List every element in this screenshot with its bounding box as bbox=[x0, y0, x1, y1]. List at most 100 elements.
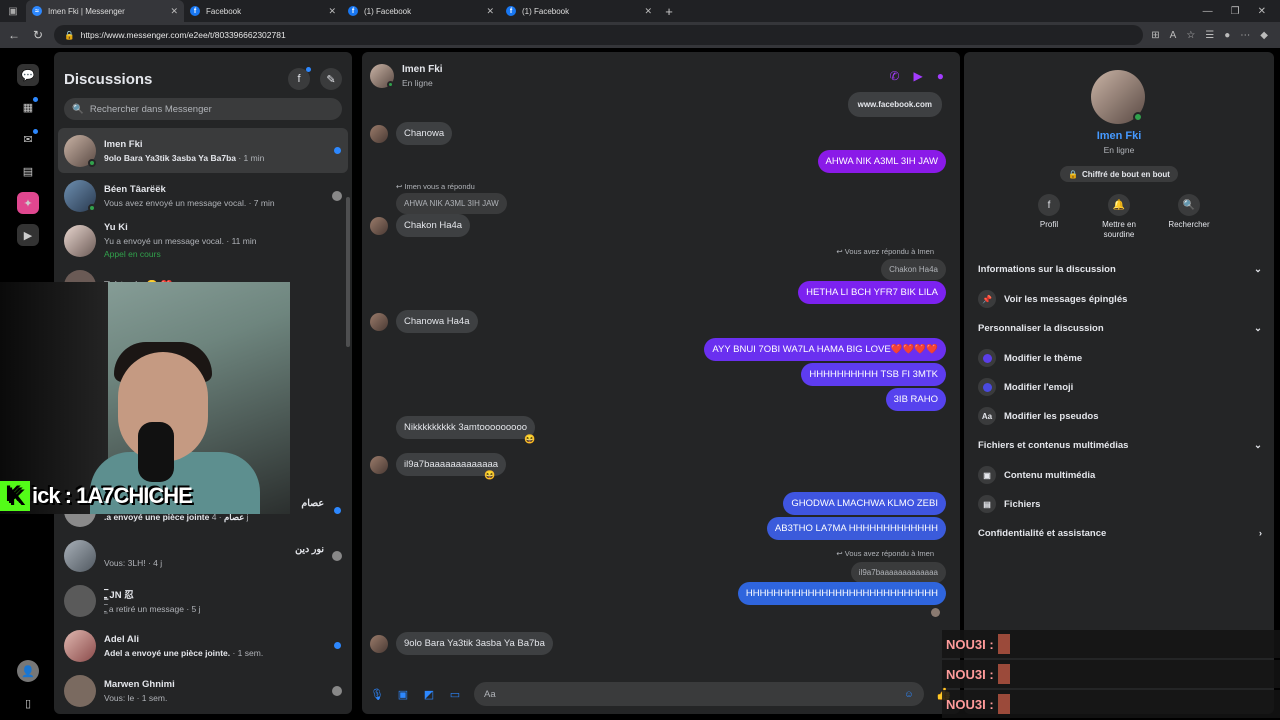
list-item[interactable]: نور دين Vous: 3LH! · 4 j bbox=[58, 533, 348, 578]
chevron-down-icon: ⌄ bbox=[1254, 264, 1262, 275]
avatar bbox=[64, 629, 96, 662]
message-bubble[interactable]: AYY BNUI 7OBI WA7LA HAMA BIG LOVE❤️❤️❤️❤… bbox=[704, 338, 946, 361]
theme-item[interactable]: Modifier le thème bbox=[978, 349, 1082, 367]
archive-icon[interactable]: ▤ bbox=[17, 160, 39, 182]
message-bubble[interactable]: 3IB RAHO bbox=[885, 388, 946, 411]
profile-icon[interactable]: ● bbox=[1224, 30, 1230, 41]
avatar[interactable] bbox=[370, 64, 394, 88]
message-bubble[interactable]: AHWA NIK A3ML 3IH JAW bbox=[817, 150, 946, 173]
read-aloud-icon[interactable]: A bbox=[1170, 30, 1177, 41]
list-item[interactable]: Adel Ali Adel a envoyé une pièce jointe.… bbox=[58, 623, 348, 668]
encryption-badge[interactable]: 🔒 Chiffré de bout en bout bbox=[1060, 166, 1178, 182]
sidebar-toggle-icon[interactable]: ▯ bbox=[17, 692, 39, 714]
message-bubble[interactable]: 9olo Bara Ya3tik 3asba Ya Ba7ba bbox=[396, 632, 553, 655]
reload-icon[interactable]: ↻ bbox=[30, 28, 46, 42]
favorite-star-icon[interactable]: ☆ bbox=[1186, 30, 1195, 41]
profile-avatar-icon[interactable]: 👤 bbox=[17, 660, 39, 682]
section-label: Confidentialité et assistance bbox=[978, 528, 1107, 539]
list-item[interactable]: Marwen Ghnimi Vous: le · 1 sem. bbox=[58, 668, 348, 713]
mute-button[interactable]: 🔔 Mettre en sourdine bbox=[1097, 194, 1141, 240]
message-input[interactable]: Aa ☺ bbox=[474, 682, 924, 706]
new-tab-button[interactable]: + bbox=[658, 4, 680, 19]
microphone-icon[interactable]: 🎙 bbox=[370, 688, 384, 701]
profile-button[interactable]: f Profil bbox=[1027, 194, 1071, 240]
contact-name[interactable]: Imen Fki bbox=[402, 64, 443, 75]
url-field[interactable]: 🔒 https://www.messenger.com/e2ee/t/80339… bbox=[54, 25, 1144, 45]
message-bubble[interactable]: Chakon Ha4a bbox=[396, 214, 471, 237]
tab-facebook-2[interactable]: f (1) Facebook ✕ bbox=[342, 0, 500, 22]
message-bubble[interactable]: Chanowa bbox=[396, 122, 453, 145]
address-bar-row: ← ↻ 🔒 https://www.messenger.com/e2ee/t/8… bbox=[0, 22, 1280, 48]
minimize-icon[interactable]: — bbox=[1203, 6, 1213, 17]
item-label: Voir les messages épinglés bbox=[1004, 293, 1128, 305]
search-icon: 🔍 bbox=[72, 103, 84, 115]
close-icon[interactable]: ✕ bbox=[328, 6, 336, 17]
tab-facebook-3[interactable]: f (1) Facebook ✕ bbox=[500, 0, 658, 22]
browser-tab-bar: ▣ ≈ Imen Fki | Messenger ✕ f Facebook ✕ … bbox=[0, 0, 1280, 22]
gif-icon[interactable]: ▭ bbox=[448, 688, 462, 701]
files-item[interactable]: ▤ Fichiers bbox=[978, 495, 1040, 513]
quoted-message[interactable]: il9a7baaaaaaaaaaaaa bbox=[850, 562, 946, 583]
chat-preview: Vous avez envoyé un message vocal. bbox=[104, 197, 247, 208]
list-item[interactable]: Yu Ki Yu a envoyé un message vocal. · 11… bbox=[58, 218, 348, 263]
section-privacy[interactable]: Confidentialité et assistance › bbox=[978, 528, 1262, 539]
compose-icon: ✎ bbox=[326, 73, 336, 86]
section-customize[interactable]: Personnaliser la discussion ⌄ bbox=[978, 323, 1262, 334]
section-about[interactable]: Informations sur la discussion ⌄ bbox=[978, 264, 1262, 275]
message-bubble[interactable]: AB3THO LA7MA HHHHHHHHHHHHH bbox=[766, 517, 946, 540]
profile-avatar[interactable] bbox=[1091, 70, 1145, 124]
new-message-button[interactable]: ✎ bbox=[320, 68, 342, 90]
close-window-icon[interactable]: ✕ bbox=[1258, 6, 1266, 17]
close-icon[interactable]: ✕ bbox=[170, 6, 178, 17]
message-bubble[interactable]: HETHA LI BCH YFR7 BIK LILA bbox=[798, 281, 946, 304]
facebook-button[interactable]: f bbox=[288, 67, 311, 90]
chats-icon[interactable]: 💬 bbox=[17, 64, 39, 86]
section-media[interactable]: Fichiers et contenus multimédias ⌄ bbox=[978, 440, 1262, 451]
info-icon[interactable]: ● bbox=[937, 69, 944, 83]
requests-icon[interactable]: ✉ bbox=[17, 128, 39, 150]
quoted-message[interactable]: AHWA NIK A3ML 3IH JAW bbox=[396, 193, 507, 214]
sticker-icon[interactable]: ◩ bbox=[422, 688, 436, 701]
conversation-panel: Imen Fki En ligne ✆ ▶ ● www.facebook.com… bbox=[362, 52, 960, 714]
scrollbar[interactable] bbox=[346, 197, 350, 347]
list-item[interactable]: ـ̷͟͞ JN 忍 ـ̷͟͞ a retiré un message · 5 j bbox=[58, 578, 348, 623]
nicknames-item[interactable]: Aa Modifier les pseudos bbox=[978, 407, 1099, 425]
list-item[interactable]: Imen Fki 9olo Bara Ya3tik 3asba Ya Ba7ba… bbox=[58, 128, 348, 173]
quoted-message[interactable]: Chakon Ha4a bbox=[881, 259, 946, 280]
video-icon[interactable]: ▶ bbox=[914, 69, 923, 83]
copilot-icon[interactable]: ◆ bbox=[1260, 30, 1268, 41]
search-input[interactable]: 🔍 Rechercher dans Messenger bbox=[64, 98, 342, 120]
tab-facebook[interactable]: f Facebook ✕ bbox=[184, 0, 342, 22]
message-bubble[interactable]: Nikkkkkkkkk 3amtooooooooo bbox=[396, 416, 536, 439]
more-icon[interactable]: ⋯ bbox=[1240, 30, 1250, 41]
message-list: www.facebook.com Chanowa AHWA NIK A3ML 3… bbox=[362, 92, 960, 670]
window-menu-icon[interactable]: ▣ bbox=[0, 0, 26, 22]
message-bubble[interactable]: HHHHHHHHHHHHHHHHHHHHHHHHHHHH bbox=[737, 582, 946, 605]
list-item[interactable]: Béen Tâarëëk Vous avez envoyé un message… bbox=[58, 173, 348, 218]
media-item[interactable]: ▣ Contenu multimédia bbox=[978, 466, 1095, 484]
restore-icon[interactable]: ❐ bbox=[1231, 6, 1240, 17]
search-icon: 🔍 bbox=[1178, 194, 1200, 216]
message-bubble[interactable]: Chanowa Ha4a bbox=[396, 310, 478, 333]
reaction-emoji[interactable]: 😆 bbox=[484, 470, 495, 481]
close-icon[interactable]: ✕ bbox=[486, 6, 494, 17]
back-icon[interactable]: ← bbox=[6, 28, 22, 42]
app-icon-2[interactable]: ▶ bbox=[17, 224, 39, 246]
profile-name[interactable]: Imen Fki bbox=[964, 130, 1274, 142]
image-icon[interactable]: ▣ bbox=[396, 688, 410, 701]
link-preview[interactable]: www.facebook.com bbox=[847, 92, 942, 117]
reaction-emoji[interactable]: 😆 bbox=[524, 434, 535, 445]
message-bubble[interactable]: HHHHHHHHHH TSB FI 3MTK bbox=[801, 363, 946, 386]
emoji-icon[interactable]: ☺ bbox=[904, 689, 914, 700]
phone-icon[interactable]: ✆ bbox=[889, 69, 899, 83]
search-button[interactable]: 🔍 Rechercher bbox=[1167, 194, 1211, 240]
apps-icon[interactable]: ⊞ bbox=[1151, 30, 1159, 41]
emoji-item[interactable]: Modifier l'emoji bbox=[978, 378, 1073, 396]
message-bubble[interactable]: GHODWA LMACHWA KLMO ZEBI bbox=[783, 492, 946, 515]
marketplace-icon[interactable]: ▦ bbox=[17, 96, 39, 118]
close-icon[interactable]: ✕ bbox=[644, 6, 652, 17]
collections-icon[interactable]: ☰ bbox=[1205, 30, 1214, 41]
pinned-messages-item[interactable]: 📌 Voir les messages épinglés bbox=[978, 290, 1127, 308]
tab-messenger[interactable]: ≈ Imen Fki | Messenger ✕ bbox=[26, 0, 184, 22]
app-icon-1[interactable]: ✦ bbox=[17, 192, 39, 214]
